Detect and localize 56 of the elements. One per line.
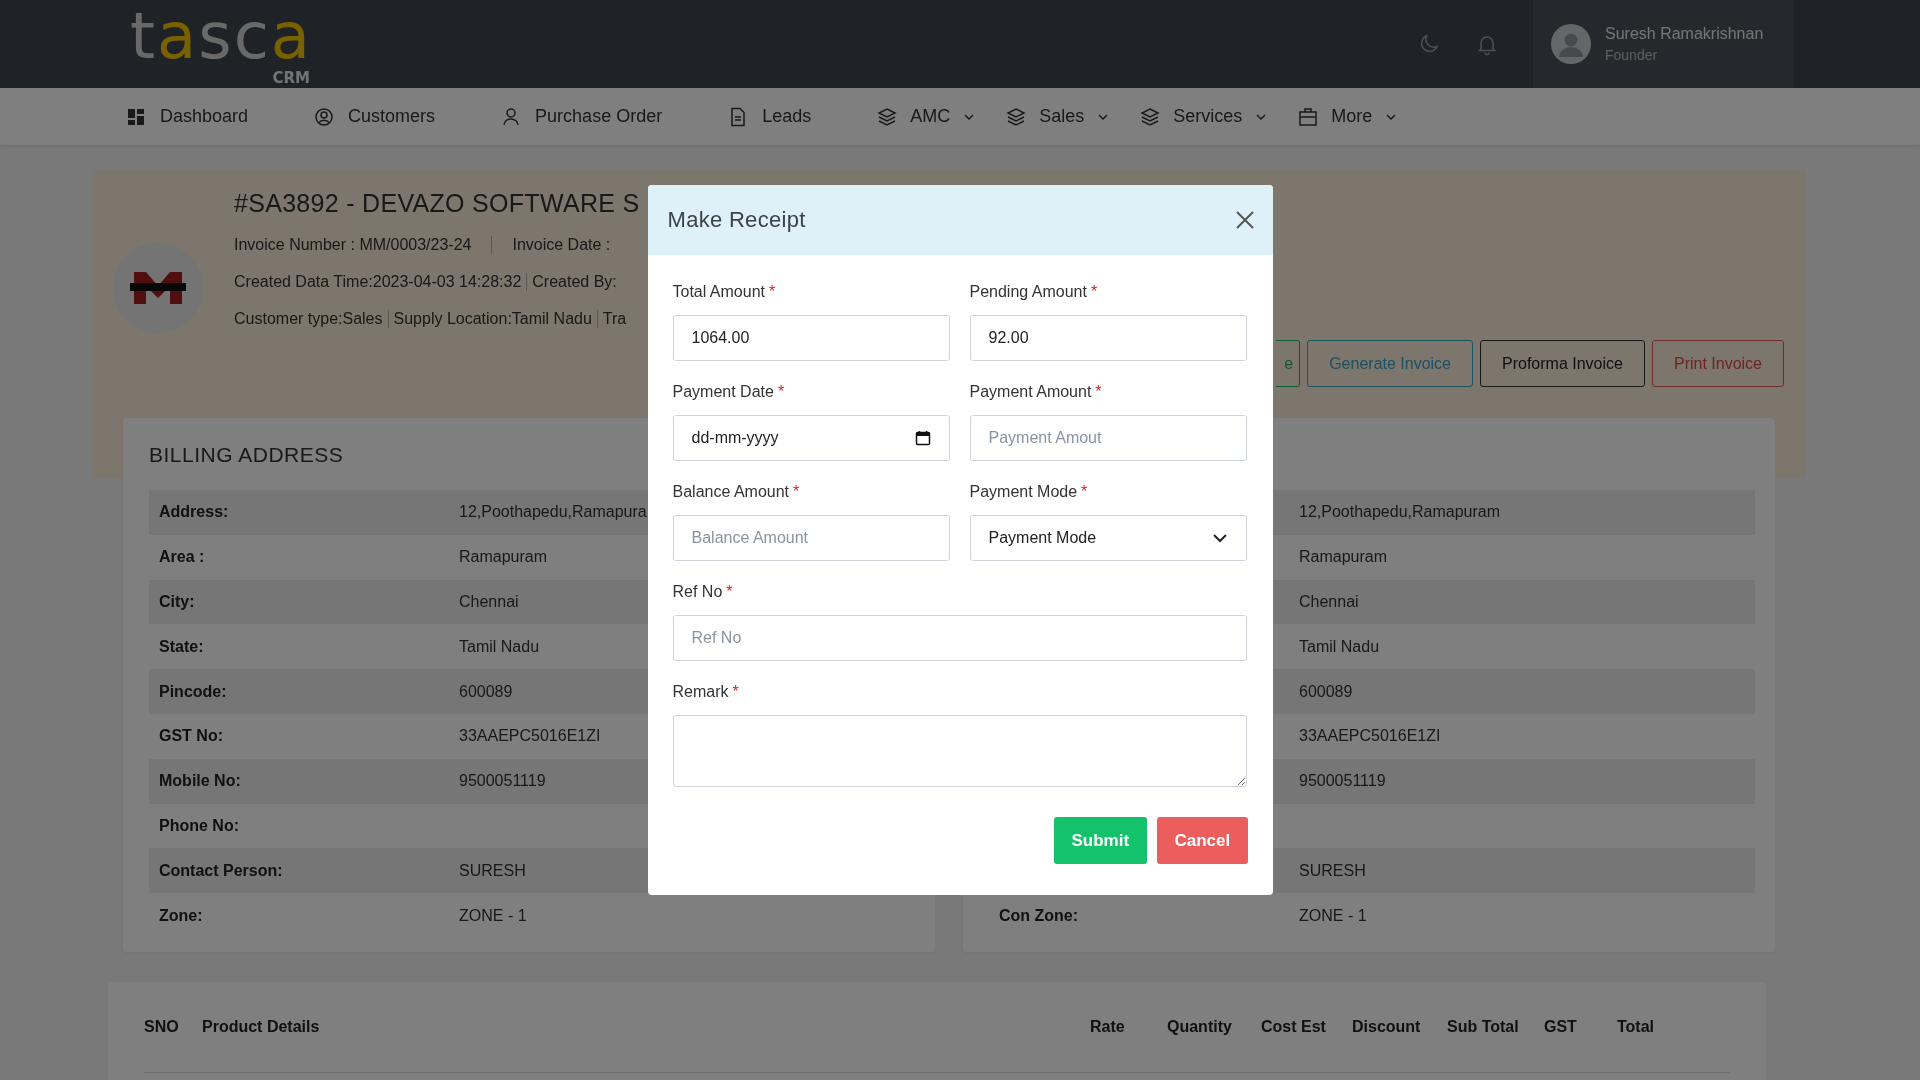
field-value: Ramapuram [459,548,548,567]
field-label: Address: [159,503,230,522]
field-label: Payment Amount * [969,383,1103,401]
field-value: Tamil Nadu [1299,637,1380,656]
field-label: Ref No * [672,583,734,601]
field-label: Balance Amount * [672,483,801,501]
field-value: ZONE - 1 [1299,906,1367,925]
field-label: Mobile No: [159,772,242,791]
field-value: 33AAEPC5016E1ZI [1299,727,1441,746]
meta-text: Created Data Time:2023-04-03 14:28:32 [234,272,522,291]
field-value: Chennai [1299,593,1359,611]
column-header: Cost Est [1261,1017,1327,1036]
field-label: Zone: [159,906,204,925]
column-header: Discount [1352,1017,1422,1036]
column-header: Quantity [1167,1017,1233,1036]
field-value: 600089 [459,682,513,701]
field-label: Con Zone: [999,906,1079,924]
user-name: Suresh Ramakrishnan [1605,25,1764,43]
column-header: Total [1617,1017,1655,1036]
field-label: Payment Date * [672,383,786,401]
meta-text: Tra [596,309,627,328]
section-title: BILLING ADDRESS [149,442,344,468]
column-header: Sub Total [1447,1017,1520,1036]
meta-text: Supply Location:Tamil Nadu [387,309,592,328]
field-label: Pincode: [159,682,228,701]
meta-text: Customer type:Sales [234,309,383,328]
field-value: 600089 [1299,682,1353,701]
field-label: Remark * [672,683,740,701]
field-label: GST No: [159,727,224,746]
field-value: Chennai [459,593,519,611]
meta-text: Created By: [526,272,617,291]
column-header: Rate [1090,1017,1126,1036]
field-label: Phone No: [159,816,240,835]
column-header: Product Details [202,1017,321,1036]
dialog-title: Make Receipt [667,207,806,233]
field-label: State: [159,637,205,656]
field-value: Tamil Nadu [459,637,540,656]
field-value: 9500051119 [459,772,546,791]
field-label: Payment Mode * [969,483,1089,501]
field-label: Pending Amount * [969,283,1099,301]
column-header: GST [1544,1017,1578,1036]
user-role: Founder [1605,47,1659,63]
meta-text: Invoice Number : MM/0003/23-24 [234,235,472,254]
column-header: SNO [144,1017,180,1036]
field-value: 33AAEPC5016E1ZI [459,727,601,746]
meta-text: Invoice Date : [491,235,611,254]
field-value: ZONE - 1 [459,906,527,925]
field-value: 9500051119 [1299,772,1386,791]
field-value: Ramapuram [1299,548,1388,567]
field-value: SURESH [1299,861,1366,880]
field-label: Contact Person: [159,861,284,880]
field-label: Total Amount * [672,283,777,301]
field-label: Area : [159,548,206,567]
field-label: City: [159,593,196,611]
field-value: SURESH [459,861,526,880]
invoice-title: #SA3892 - DEVAZO SOFTWARE S [234,188,640,219]
